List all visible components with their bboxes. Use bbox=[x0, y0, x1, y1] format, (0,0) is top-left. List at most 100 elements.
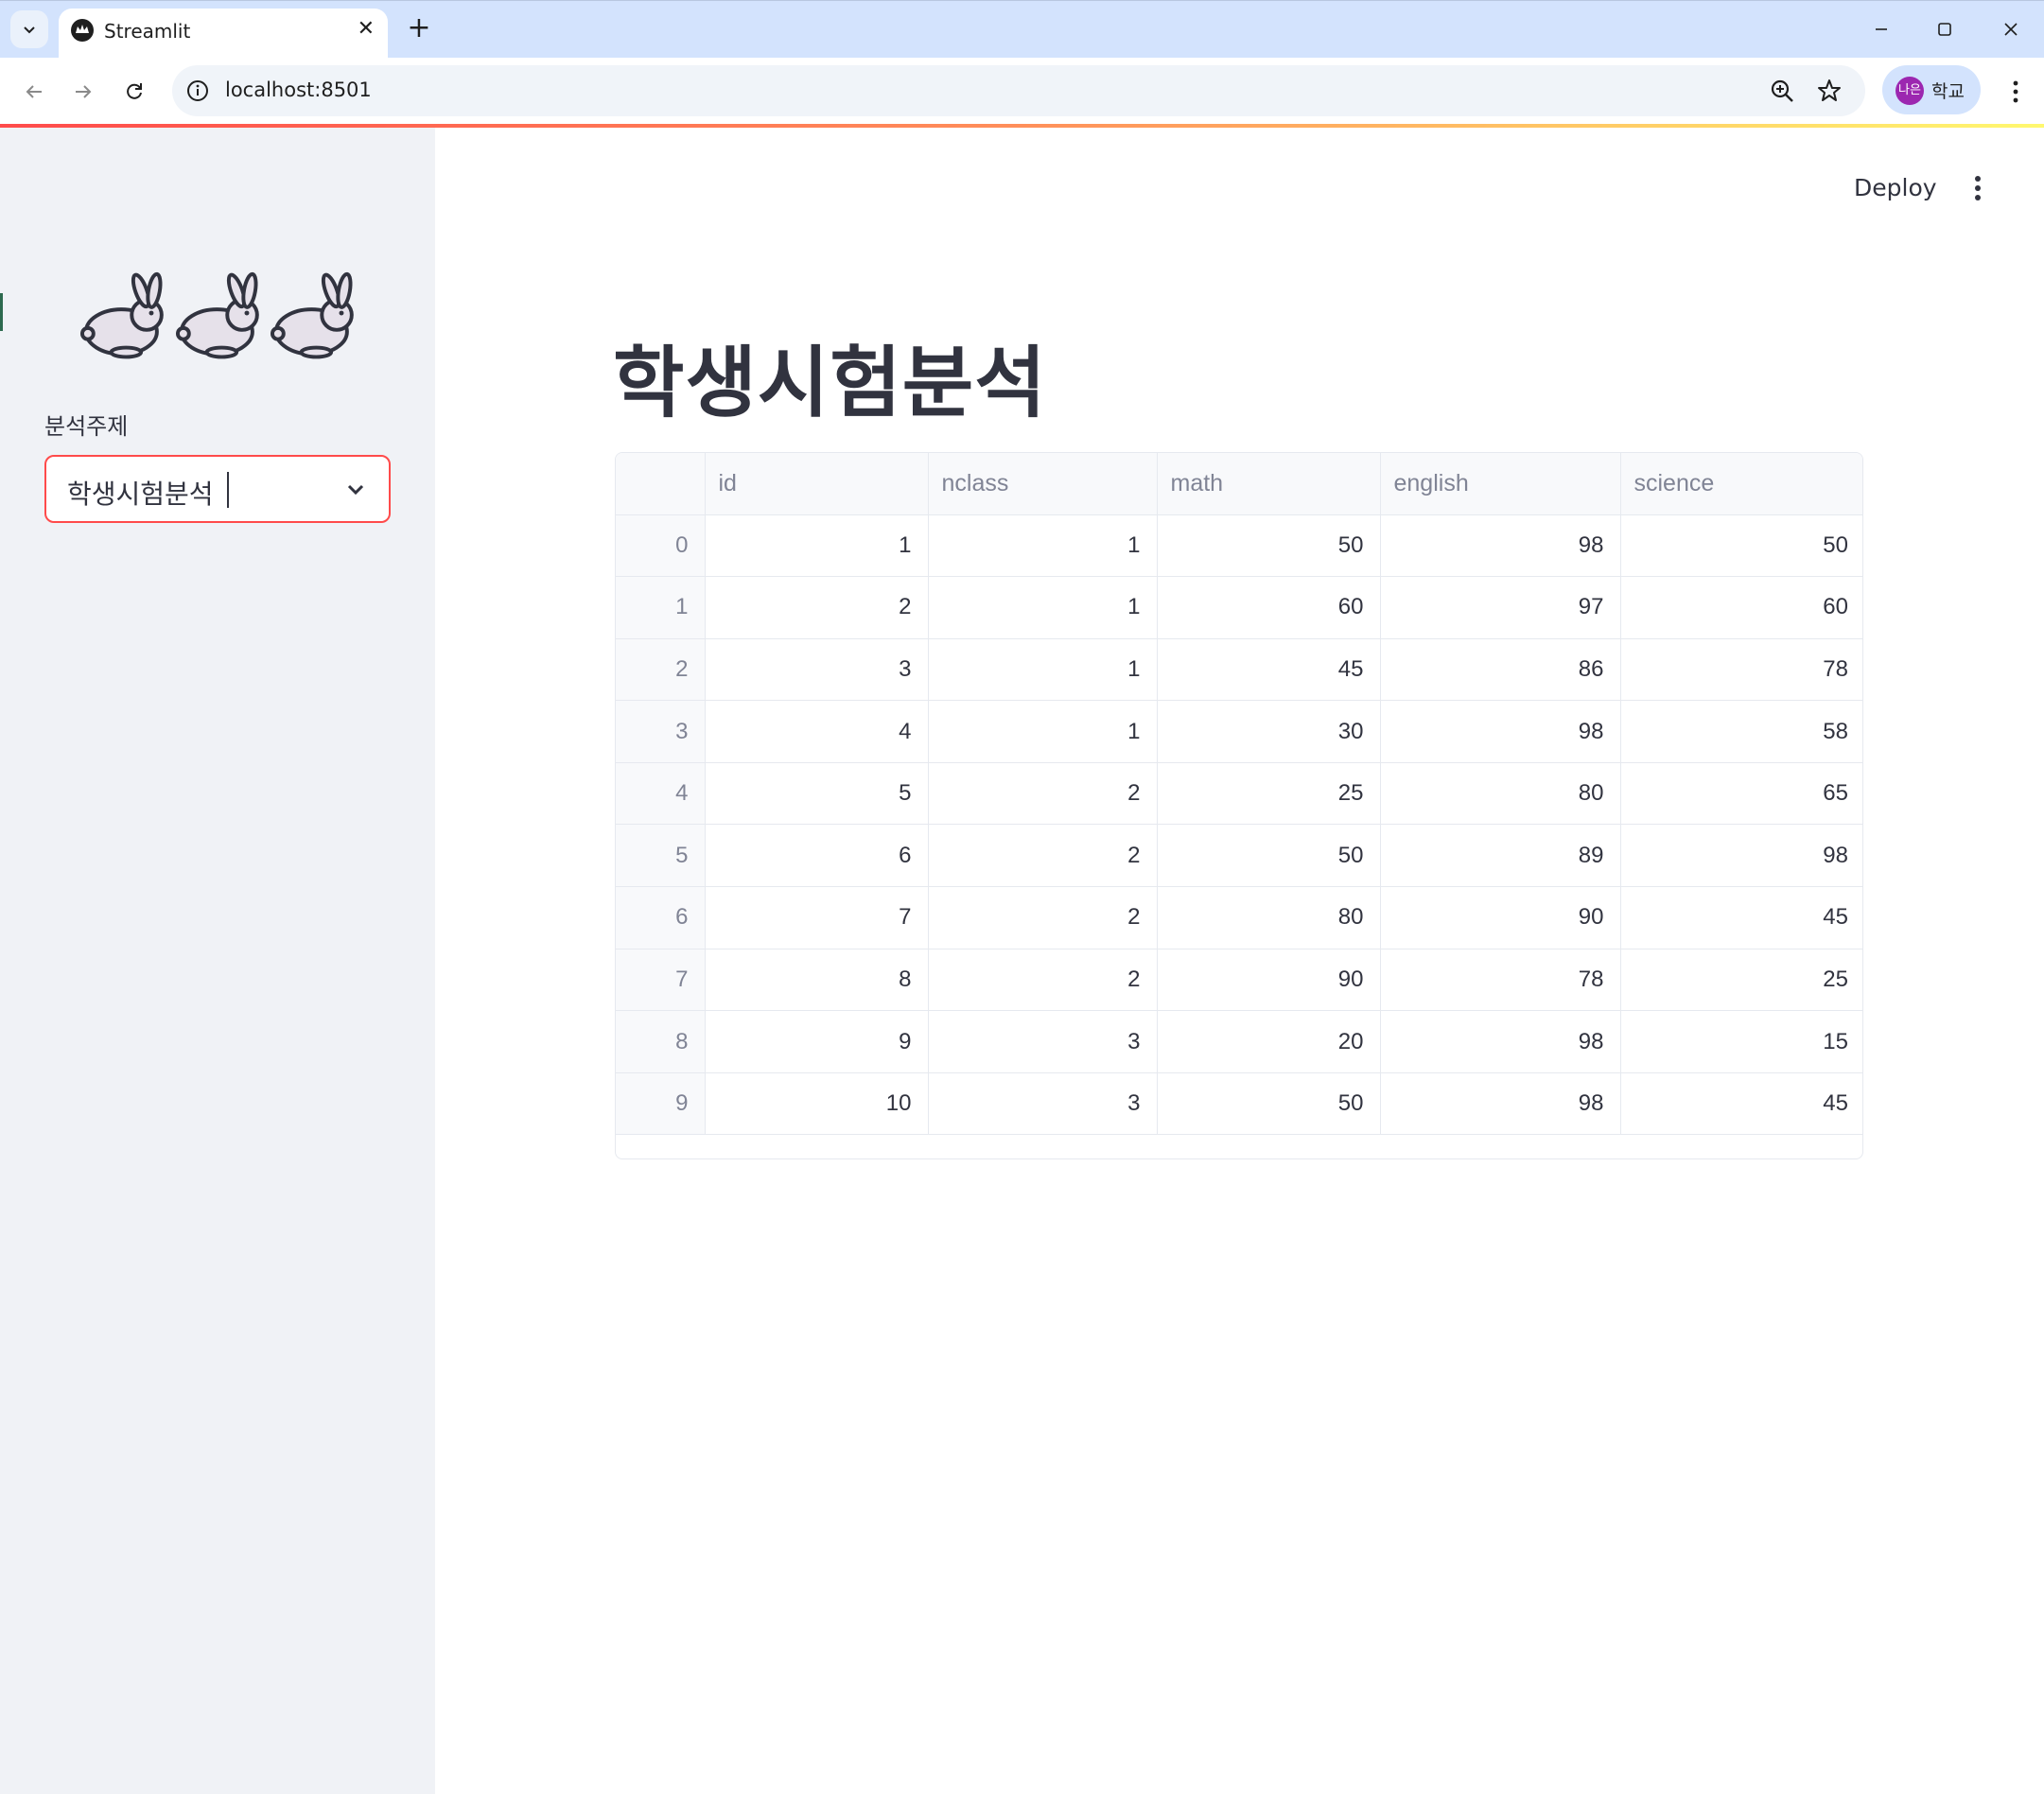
text-cursor bbox=[227, 472, 229, 508]
column-header-index[interactable] bbox=[616, 453, 706, 515]
cell-nclass[interactable]: 1 bbox=[928, 638, 1158, 702]
cell-nclass[interactable]: 2 bbox=[928, 824, 1158, 888]
cell-index[interactable]: 9 bbox=[616, 1072, 706, 1136]
table-row: 0 1 1 50 98 50 bbox=[616, 514, 1862, 578]
table-row: 5 6 2 50 89 98 bbox=[616, 824, 1862, 888]
cell-id[interactable]: 6 bbox=[705, 824, 929, 888]
reload-icon bbox=[127, 83, 142, 99]
cell-index[interactable]: 6 bbox=[616, 886, 706, 949]
more-vert-icon bbox=[1975, 176, 1981, 200]
tab-close-icon[interactable]: ✕ bbox=[358, 17, 375, 41]
cell-nclass[interactable]: 1 bbox=[928, 700, 1158, 763]
cell-id[interactable]: 8 bbox=[705, 949, 929, 1012]
cell-math[interactable]: 25 bbox=[1157, 762, 1381, 826]
cell-id[interactable]: 1 bbox=[705, 514, 929, 578]
cell-science[interactable]: 65 bbox=[1620, 762, 1862, 826]
column-header-math[interactable]: math bbox=[1157, 453, 1381, 515]
cell-english[interactable]: 80 bbox=[1380, 762, 1621, 826]
cell-english[interactable]: 90 bbox=[1380, 886, 1621, 949]
cell-math[interactable]: 50 bbox=[1157, 514, 1381, 578]
cell-english[interactable]: 78 bbox=[1380, 949, 1621, 1012]
maximize-icon bbox=[1938, 23, 1951, 36]
topic-selectbox[interactable]: 학생시험분석 bbox=[44, 455, 391, 523]
cell-english[interactable]: 86 bbox=[1380, 638, 1621, 702]
data-table: id nclass math english science 0 1 1 50 98 50… bbox=[616, 453, 1862, 1136]
bookmark-star-icon[interactable] bbox=[1816, 78, 1843, 104]
maximize-button[interactable] bbox=[1926, 12, 1964, 46]
cell-id[interactable]: 9 bbox=[705, 1010, 929, 1073]
cell-index[interactable]: 7 bbox=[616, 949, 706, 1012]
forward-button[interactable] bbox=[64, 73, 102, 111]
profile-name: 학교 bbox=[1931, 81, 1965, 102]
cell-science[interactable]: 45 bbox=[1620, 1072, 1862, 1136]
cell-id[interactable]: 7 bbox=[705, 886, 929, 949]
window-close-button[interactable] bbox=[1992, 12, 2030, 46]
cell-math[interactable]: 90 bbox=[1157, 949, 1381, 1012]
cell-math[interactable]: 45 bbox=[1157, 638, 1381, 702]
cell-science[interactable]: 50 bbox=[1620, 514, 1862, 578]
deploy-button[interactable]: Deploy bbox=[1854, 174, 1937, 201]
avatar: 나은 bbox=[1896, 77, 1924, 105]
window-edge-mark bbox=[0, 293, 3, 331]
cell-math[interactable]: 60 bbox=[1157, 576, 1381, 639]
cell-science[interactable]: 45 bbox=[1620, 886, 1862, 949]
rabbit-emoji-row bbox=[79, 270, 363, 364]
cell-math[interactable]: 50 bbox=[1157, 824, 1381, 888]
cell-nclass[interactable]: 3 bbox=[928, 1010, 1158, 1073]
cell-science[interactable]: 15 bbox=[1620, 1010, 1862, 1073]
cell-id[interactable]: 3 bbox=[705, 638, 929, 702]
column-header-nclass[interactable]: nclass bbox=[928, 453, 1158, 515]
cell-index[interactable]: 2 bbox=[616, 638, 706, 702]
cell-id[interactable]: 10 bbox=[705, 1072, 929, 1136]
cell-nclass[interactable]: 1 bbox=[928, 514, 1158, 578]
minimize-button[interactable] bbox=[1862, 12, 1900, 46]
cell-id[interactable]: 5 bbox=[705, 762, 929, 826]
cell-index[interactable]: 8 bbox=[616, 1010, 706, 1073]
site-info-icon[interactable] bbox=[185, 78, 210, 103]
cell-index[interactable]: 1 bbox=[616, 576, 706, 639]
cell-nclass[interactable]: 2 bbox=[928, 949, 1158, 1012]
dataframe[interactable]: id nclass math english science 0 1 1 50 98 50… bbox=[615, 452, 1863, 1159]
cell-english[interactable]: 89 bbox=[1380, 824, 1621, 888]
cell-english[interactable]: 97 bbox=[1380, 576, 1621, 639]
cell-english[interactable]: 98 bbox=[1380, 1010, 1621, 1073]
cell-math[interactable]: 30 bbox=[1157, 700, 1381, 763]
new-tab-button[interactable]: + bbox=[402, 11, 436, 45]
column-header-science[interactable]: science bbox=[1620, 453, 1862, 515]
tab-title: Streamlit bbox=[104, 20, 191, 43]
back-button[interactable] bbox=[15, 73, 53, 111]
browser-tab[interactable]: Streamlit ✕ bbox=[59, 9, 388, 59]
browser-menu-button[interactable] bbox=[2001, 73, 2030, 111]
cell-math[interactable]: 20 bbox=[1157, 1010, 1381, 1073]
cell-index[interactable]: 0 bbox=[616, 514, 706, 578]
cell-nclass[interactable]: 2 bbox=[928, 886, 1158, 949]
cell-id[interactable]: 4 bbox=[705, 700, 929, 763]
cell-nclass[interactable]: 1 bbox=[928, 576, 1158, 639]
cell-science[interactable]: 25 bbox=[1620, 949, 1862, 1012]
table-row: 7 8 2 90 78 25 bbox=[616, 949, 1862, 1012]
cell-nclass[interactable]: 2 bbox=[928, 762, 1158, 826]
main-menu-button[interactable] bbox=[1964, 171, 1992, 205]
cell-science[interactable]: 58 bbox=[1620, 700, 1862, 763]
cell-math[interactable]: 80 bbox=[1157, 886, 1381, 949]
cell-nclass[interactable]: 3 bbox=[928, 1072, 1158, 1136]
column-header-id[interactable]: id bbox=[705, 453, 929, 515]
zoom-icon[interactable] bbox=[1769, 78, 1795, 104]
cell-english[interactable]: 98 bbox=[1380, 700, 1621, 763]
address-bar[interactable]: localhost:8501 bbox=[172, 65, 1865, 116]
cell-index[interactable]: 4 bbox=[616, 762, 706, 826]
reload-button[interactable] bbox=[115, 73, 153, 111]
cell-index[interactable]: 5 bbox=[616, 824, 706, 888]
cell-math[interactable]: 50 bbox=[1157, 1072, 1381, 1136]
cell-science[interactable]: 78 bbox=[1620, 638, 1862, 702]
cell-english[interactable]: 98 bbox=[1380, 514, 1621, 578]
cell-science[interactable]: 98 bbox=[1620, 824, 1862, 888]
cell-english[interactable]: 98 bbox=[1380, 1072, 1621, 1136]
cell-id[interactable]: 2 bbox=[705, 576, 929, 639]
cell-science[interactable]: 60 bbox=[1620, 576, 1862, 639]
tab-search-button[interactable] bbox=[10, 10, 48, 48]
profile-chip[interactable]: 나은 학교 bbox=[1882, 65, 1981, 114]
chevron-down-icon[interactable] bbox=[343, 478, 368, 502]
cell-index[interactable]: 3 bbox=[616, 700, 706, 763]
column-header-english[interactable]: english bbox=[1380, 453, 1621, 515]
